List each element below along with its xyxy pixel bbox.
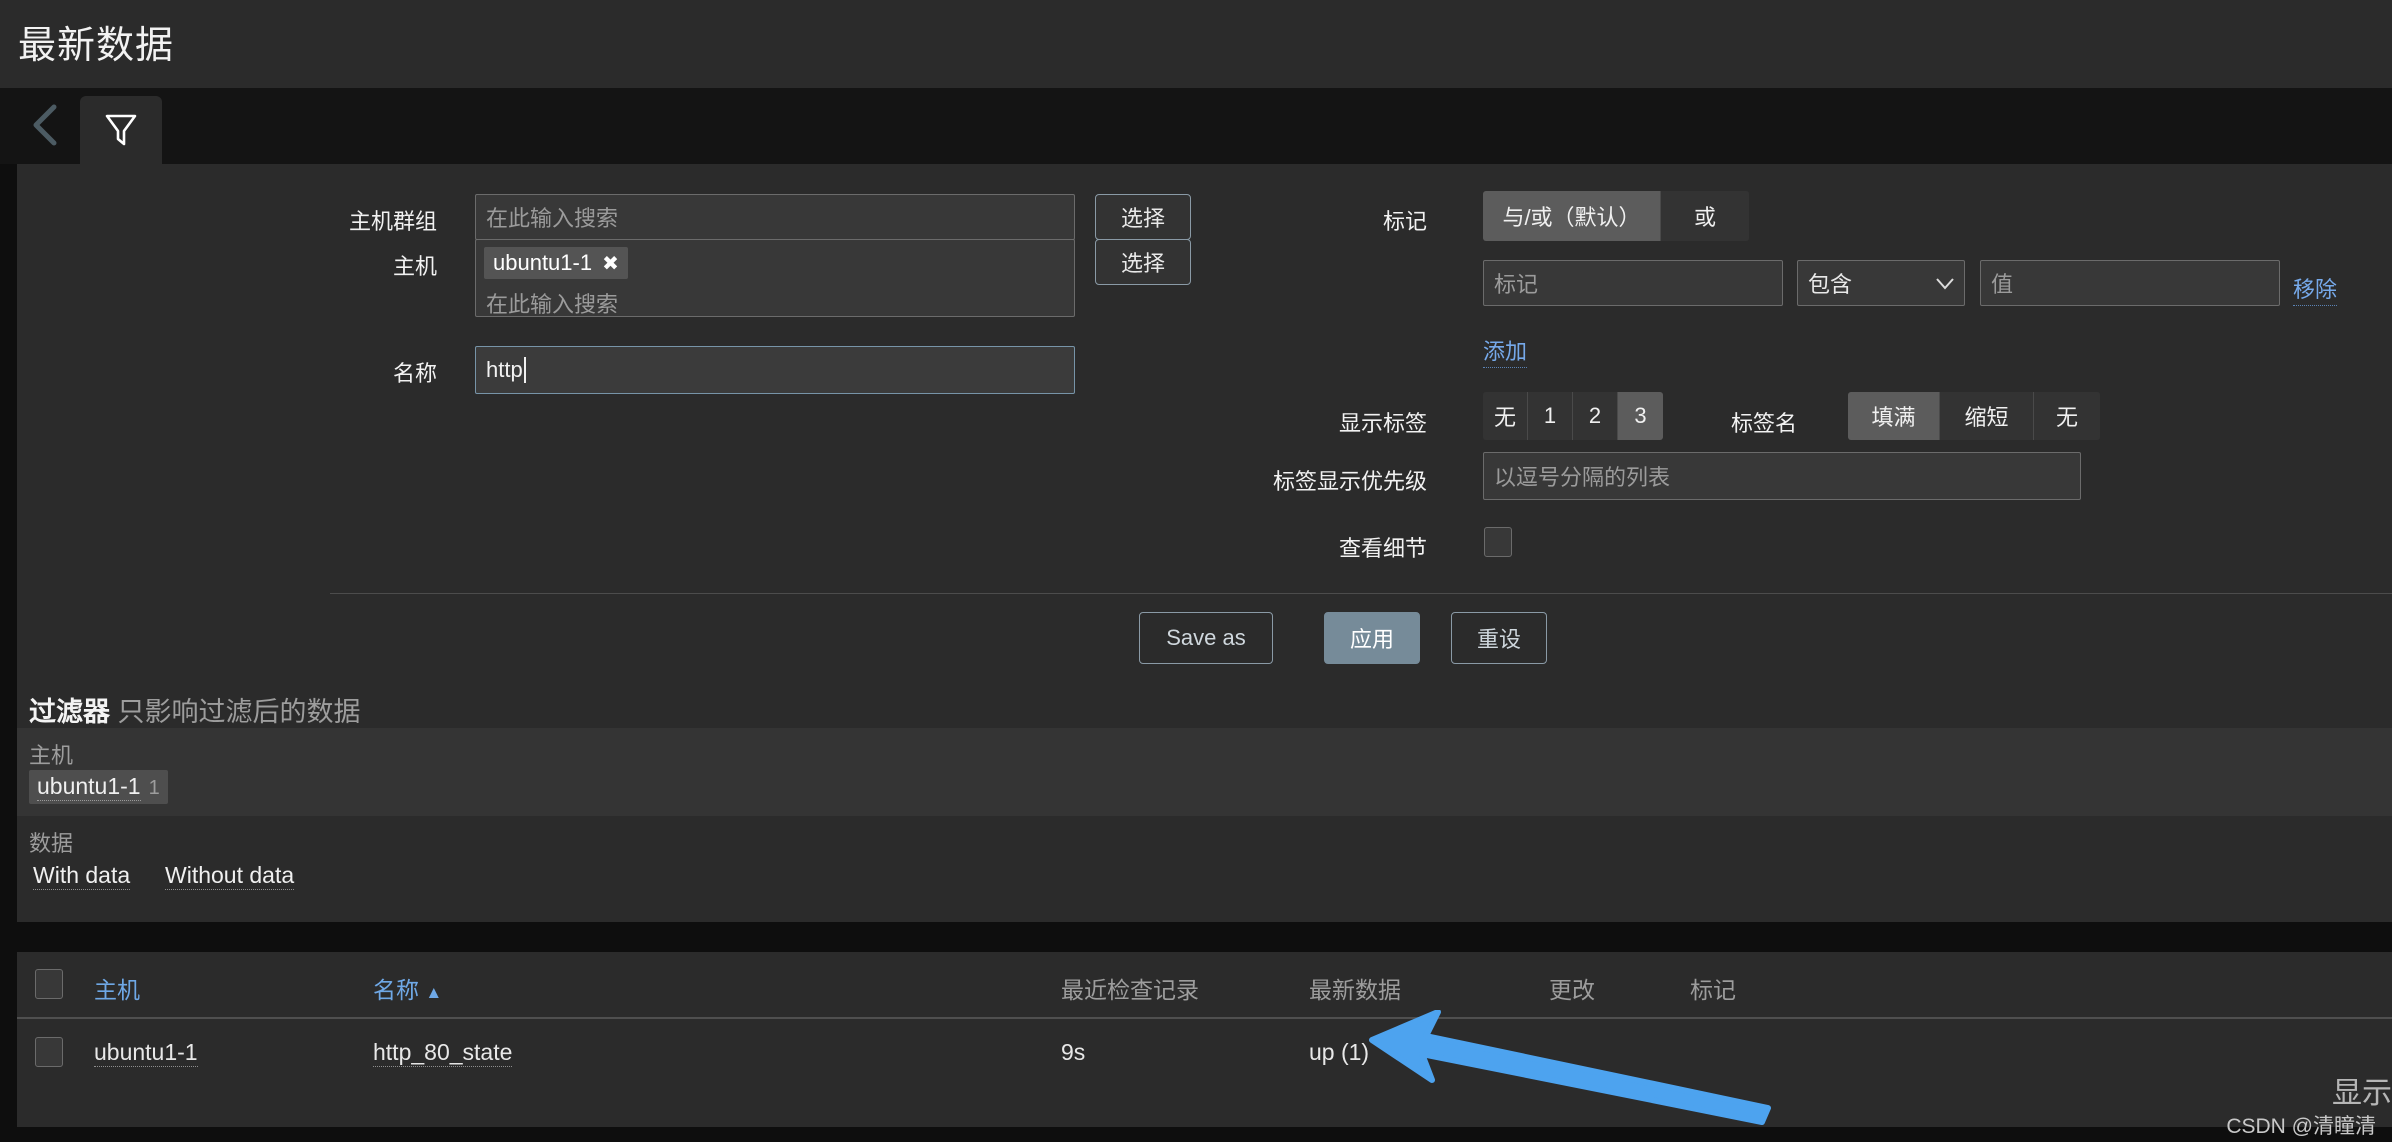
- filter-icon: [105, 114, 137, 146]
- hostgroup-placeholder: 在此输入搜索: [486, 206, 619, 231]
- row-last-check: 9s: [1061, 1039, 1086, 1065]
- column-header-last-value: 最新数据: [1309, 977, 1401, 1003]
- tag-priority-label: 标签显示优先级: [1272, 469, 1427, 494]
- tag-name-placeholder: 标记: [1494, 272, 1539, 297]
- filter-summary-title-main: 过滤器: [29, 697, 110, 727]
- column-header-name-label: 名称: [373, 977, 419, 1003]
- row-checkbox[interactable]: [35, 1037, 63, 1067]
- select-all-checkbox[interactable]: [35, 969, 63, 999]
- tag-name-input[interactable]: 标记: [1483, 260, 1783, 306]
- chevron-down-icon: [1936, 270, 1954, 296]
- filter-summary-data-label: 数据: [29, 831, 74, 856]
- tag-priority-input[interactable]: 以逗号分隔的列表: [1483, 452, 2081, 500]
- filter-summary-host-chip[interactable]: ubuntu1-1 1: [29, 770, 168, 804]
- column-header-name[interactable]: 名称 ▲: [373, 971, 442, 1005]
- tag-operator-select[interactable]: 包含: [1797, 260, 1965, 306]
- latest-data-table: 主机 名称 ▲ 最近检查记录 最新数据 更改 标记 ubuntu1-1 http…: [17, 952, 2392, 1127]
- filter-summary-host-chip-count: 1: [148, 777, 160, 799]
- filter-summary-host-chip-name: ubuntu1-1: [37, 773, 141, 801]
- show-details-label: 查看细节: [1338, 536, 1427, 561]
- filter-summary: 过滤器 只影响过滤后的数据 主机 ubuntu1-1 1 数据 With dat…: [17, 666, 2392, 922]
- chevron-left-icon[interactable]: [22, 102, 68, 148]
- show-tags-label: 显示标签: [1338, 411, 1427, 436]
- table-header-row: 主机 名称 ▲ 最近检查记录 最新数据 更改 标记: [17, 952, 2392, 1019]
- show-details-checkbox[interactable]: [1484, 527, 1512, 557]
- tab-strip: [0, 88, 2392, 164]
- tag-name-option-short[interactable]: 缩短: [1940, 392, 2034, 440]
- page-title: 最新数据: [18, 25, 175, 67]
- row-name[interactable]: http_80_state: [373, 1039, 513, 1067]
- tag-value-input[interactable]: 值: [1980, 260, 2280, 306]
- reset-button[interactable]: 重设: [1451, 612, 1547, 664]
- filter-summary-host-row: 主机 ubuntu1-1 1: [17, 728, 2392, 816]
- tag-name-segmented[interactable]: 填满 缩短 无: [1848, 392, 2100, 440]
- tag-name-option-none[interactable]: 无: [2034, 392, 2100, 440]
- column-header-last-check: 最近检查记录: [1061, 977, 1199, 1003]
- host-select-button[interactable]: 选择: [1095, 239, 1191, 285]
- column-header-host[interactable]: 主机: [94, 971, 140, 1005]
- name-label: 名称: [392, 361, 437, 386]
- with-data-link[interactable]: With data: [33, 862, 131, 890]
- sort-asc-icon: ▲: [425, 983, 443, 1002]
- tags-label: 标记: [1382, 209, 1427, 234]
- show-tags-option-2[interactable]: 2: [1573, 392, 1618, 440]
- show-tags-option-3[interactable]: 3: [1618, 392, 1663, 440]
- show-tags-option-1[interactable]: 1: [1528, 392, 1573, 440]
- tag-remove-link[interactable]: 移除: [2293, 272, 2338, 306]
- tab-filter[interactable]: [80, 96, 162, 164]
- page-header: 最新数据: [0, 0, 2392, 88]
- filter-form-panel: 主机群组 在此输入搜索 选择 主机 ubuntu1-1 ✖ 在此输入搜索 选择 …: [17, 164, 2392, 666]
- without-data-link[interactable]: Without data: [165, 862, 295, 890]
- tags-mode-andor[interactable]: 与/或（默认）: [1483, 191, 1661, 241]
- show-tags-segmented[interactable]: 无 1 2 3: [1483, 392, 1663, 440]
- hostgroup-input[interactable]: 在此输入搜索: [475, 194, 1075, 240]
- shown-count-text: 显示: [2332, 1077, 2392, 1110]
- show-tags-option-none[interactable]: 无: [1483, 392, 1528, 440]
- host-chip-label: ubuntu1-1: [493, 250, 593, 275]
- hostgroup-select-button[interactable]: 选择: [1095, 194, 1191, 240]
- apply-button[interactable]: 应用: [1324, 612, 1420, 664]
- host-label: 主机: [392, 254, 437, 279]
- save-as-button[interactable]: Save as: [1139, 612, 1273, 664]
- watermark: CSDN @清瞳清: [2226, 1115, 2376, 1138]
- form-divider: [330, 593, 2392, 594]
- name-input[interactable]: http: [475, 346, 1075, 394]
- column-header-tags: 标记: [1690, 977, 1736, 1003]
- tags-mode-segmented[interactable]: 与/或（默认） 或: [1483, 191, 1749, 241]
- column-header-change: 更改: [1549, 977, 1595, 1003]
- tag-operator-value: 包含: [1808, 272, 1853, 297]
- tag-name-option-full[interactable]: 填满: [1848, 392, 1940, 440]
- tag-priority-placeholder: 以逗号分隔的列表: [1494, 465, 1671, 490]
- hostgroup-label: 主机群组: [348, 209, 437, 234]
- tags-mode-or[interactable]: 或: [1661, 191, 1749, 241]
- close-icon[interactable]: ✖: [602, 251, 619, 276]
- table-row: ubuntu1-1 http_80_state 9s up (1): [17, 1017, 2392, 1089]
- filter-summary-title: 过滤器 只影响过滤后的数据: [29, 690, 361, 729]
- filter-summary-host-label: 主机: [29, 743, 74, 768]
- row-host[interactable]: ubuntu1-1: [94, 1039, 198, 1067]
- host-search-input[interactable]: 在此输入搜索: [484, 279, 1066, 319]
- tag-add-link[interactable]: 添加: [1483, 334, 1528, 368]
- chevron-left-glyph: [33, 104, 57, 146]
- tag-value-placeholder: 值: [1991, 272, 2014, 297]
- host-multiselect[interactable]: ubuntu1-1 ✖ 在此输入搜索: [475, 239, 1075, 317]
- tag-name-display-label: 标签名: [1730, 411, 1797, 436]
- filter-summary-subtitle: 只影响过滤后的数据: [117, 697, 361, 727]
- name-input-value: http: [486, 357, 523, 382]
- filter-summary-data-row: 数据 With data Without data: [17, 816, 2392, 906]
- row-last-value: up (1): [1309, 1039, 1370, 1065]
- host-chip[interactable]: ubuntu1-1 ✖: [484, 247, 628, 279]
